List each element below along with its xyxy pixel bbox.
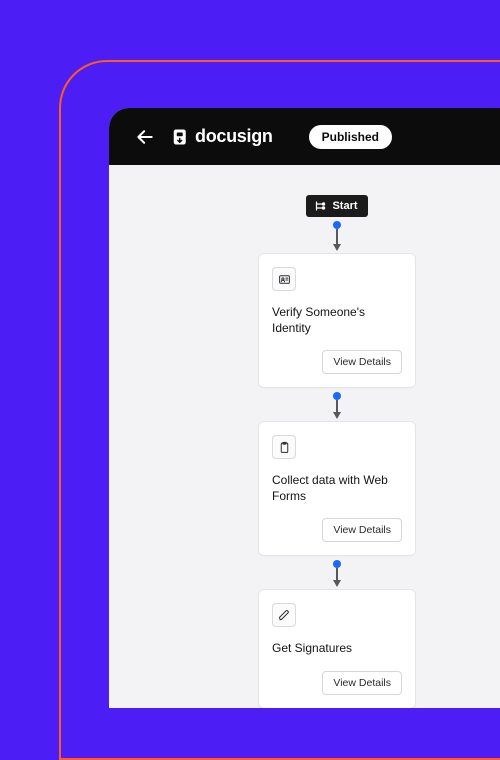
brand-name: docusign (195, 126, 273, 147)
arrow-left-icon (135, 127, 155, 147)
connector (333, 388, 341, 421)
app-window: docusign Published Start (109, 108, 500, 708)
node-dot (333, 221, 341, 229)
arrow-down-icon (333, 244, 341, 251)
step-title: Get Signatures (272, 641, 402, 657)
step-title: Collect data with Web Forms (272, 473, 402, 504)
status-badge: Published (309, 125, 392, 149)
clipboard-icon (278, 441, 291, 454)
workflow-step-card[interactable]: Verify Someone's Identity View Details (258, 253, 416, 388)
connector (333, 217, 341, 253)
arrow-down-icon (333, 412, 341, 419)
workflow-step-card[interactable]: Collect data with Web Forms View Details (258, 421, 416, 556)
node-dot (333, 560, 341, 568)
step-icon-box (272, 435, 296, 459)
node-dot (333, 392, 341, 400)
pen-icon (278, 609, 291, 622)
workflow-column: Start (257, 195, 417, 708)
docusign-logo-icon (173, 128, 191, 146)
connector-line (336, 229, 338, 244)
step-icon-box (272, 267, 296, 291)
workflow-canvas: Start (109, 165, 500, 708)
arrow-down-icon (333, 580, 341, 587)
connector-line (336, 400, 338, 412)
view-details-button[interactable]: View Details (322, 350, 402, 374)
connector (333, 556, 341, 589)
view-details-button[interactable]: View Details (322, 518, 402, 542)
start-node[interactable]: Start (306, 195, 367, 217)
branch-icon (314, 200, 326, 212)
connector-line (336, 568, 338, 580)
step-title: Verify Someone's Identity (272, 305, 402, 336)
id-card-icon (278, 273, 291, 286)
workflow-step-card[interactable]: Get Signatures View Details (258, 589, 416, 708)
start-label: Start (332, 200, 357, 212)
brand-logo: docusign (173, 126, 273, 147)
app-header: docusign Published (109, 108, 500, 165)
back-button[interactable] (135, 127, 155, 147)
step-icon-box (272, 603, 296, 627)
view-details-button[interactable]: View Details (322, 671, 402, 695)
